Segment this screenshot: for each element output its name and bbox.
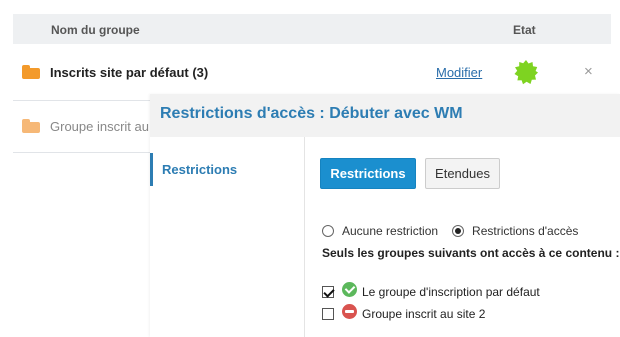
panel-side-nav: Restrictions: [150, 137, 305, 337]
panel-header: Restrictions d'accès : Débuter avec WM: [150, 94, 620, 137]
group-name: Inscrits site par défaut (3): [50, 65, 209, 80]
table-row: Inscrits site par défaut (3) Modifier ×: [13, 44, 611, 101]
table-header: Nom du groupe Etat: [13, 14, 611, 44]
modify-link[interactable]: Modifier: [436, 65, 482, 80]
tab-etendues[interactable]: Etendues: [425, 158, 500, 189]
radio-access-restrictions-label: Restrictions d'accès: [472, 224, 579, 238]
folder-open-icon: [22, 119, 40, 133]
group-option-label: Le groupe d'inscription par défaut: [362, 284, 540, 299]
panel-title: Restrictions d'accès : Débuter avec WM: [160, 105, 463, 122]
minus-circle-icon: [342, 304, 357, 319]
close-icon[interactable]: ×: [584, 63, 593, 80]
restriction-mode-group: Aucune restriction Restrictions d'accès: [322, 224, 592, 238]
nav-item-restrictions[interactable]: Restrictions: [150, 153, 304, 186]
radio-no-restriction[interactable]: [322, 225, 334, 237]
green-badge-icon: [514, 60, 538, 85]
radio-no-restriction-label: Aucune restriction: [342, 224, 439, 238]
column-header-group-name: Nom du groupe: [51, 23, 140, 37]
group-checkbox[interactable]: [322, 307, 334, 320]
table-row: Groupe inscrit au site 2: [13, 101, 184, 153]
group-option-label: Groupe inscrit au site 2: [362, 306, 486, 321]
check-circle-icon: [342, 282, 357, 297]
group-option: Le groupe d'inscription par défaut: [322, 282, 540, 299]
group-checkbox[interactable]: [322, 285, 334, 298]
tab-restrictions[interactable]: Restrictions: [320, 158, 416, 189]
access-restrictions-panel: Restrictions d'accès : Débuter avec WM R…: [150, 94, 620, 337]
group-option: Groupe inscrit au site 2: [322, 304, 486, 321]
access-note: Seuls les groupes suivants ont accès à c…: [322, 246, 620, 260]
column-header-state: Etat: [513, 23, 536, 37]
folder-open-icon: [22, 65, 40, 79]
radio-access-restrictions[interactable]: [452, 225, 465, 237]
